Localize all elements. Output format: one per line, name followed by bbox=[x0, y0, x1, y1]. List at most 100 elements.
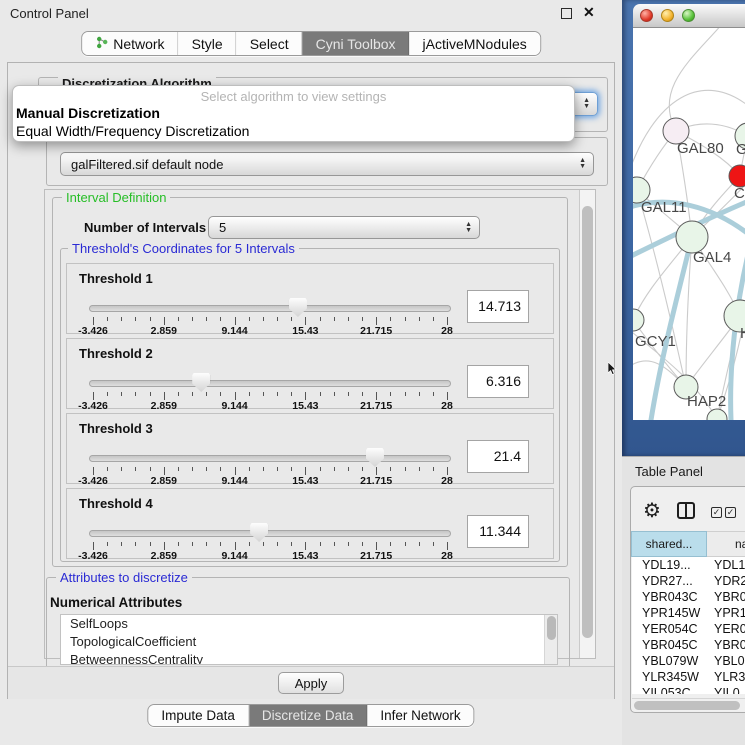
table-panel-title: Table Panel bbox=[635, 464, 703, 479]
network-node[interactable] bbox=[729, 165, 745, 187]
tick-mark bbox=[419, 542, 420, 546]
tab-network[interactable]: Network bbox=[82, 32, 178, 55]
slider-thumb[interactable] bbox=[250, 523, 268, 542]
column-header-shared-name[interactable]: shared... bbox=[631, 531, 707, 557]
tick-mark bbox=[135, 542, 136, 546]
slider-track[interactable] bbox=[89, 530, 451, 537]
checkbox-icon[interactable]: ✓ bbox=[725, 507, 736, 518]
tick-label: -3.426 bbox=[78, 475, 108, 487]
close-traffic-light[interactable] bbox=[640, 9, 653, 22]
table-row[interactable]: YPR145WYPR1 bbox=[632, 605, 745, 621]
checkbox-icon[interactable]: ✓ bbox=[711, 507, 722, 518]
threshold-value-field[interactable]: 21.4 bbox=[467, 440, 529, 473]
slider-thumb[interactable] bbox=[192, 373, 210, 392]
tick-label: -3.426 bbox=[78, 550, 108, 562]
table-row[interactable]: YBR043CYBR0 bbox=[632, 589, 745, 605]
table-row[interactable]: YLR345WYLR3 bbox=[632, 669, 745, 685]
tick-mark bbox=[419, 467, 420, 471]
close-icon[interactable]: ✕ bbox=[583, 4, 595, 21]
numerical-attributes-list[interactable]: SelfLoopsTopologicalCoefficientBetweenne… bbox=[60, 614, 558, 665]
scrollbar-thumb[interactable] bbox=[634, 701, 740, 710]
algorithm-option-manual[interactable]: Manual Discretization bbox=[13, 104, 574, 122]
table-row[interactable]: YDL19...YDL1 bbox=[632, 557, 745, 573]
attribute-list-item[interactable]: SelfLoops bbox=[61, 615, 557, 633]
threshold-value-field[interactable]: 6.316 bbox=[467, 365, 529, 398]
screen: Control Panel ✕ Network Style Select bbox=[0, 0, 745, 745]
tick-mark bbox=[249, 392, 250, 396]
tick-mark bbox=[376, 317, 377, 325]
tick-mark bbox=[305, 467, 306, 475]
cell-name: YPR1 bbox=[707, 605, 745, 621]
tick-mark bbox=[419, 317, 420, 321]
node-label: GAL4 bbox=[693, 249, 731, 266]
tick-mark bbox=[405, 392, 406, 396]
table-header-row: shared... na bbox=[631, 531, 745, 557]
tab-cyni-toolbox[interactable]: Cyni Toolbox bbox=[303, 32, 410, 55]
tab-select[interactable]: Select bbox=[237, 32, 303, 55]
tick-label: 2.859 bbox=[151, 550, 177, 562]
tab-infer-network[interactable]: Infer Network bbox=[367, 705, 473, 726]
tick-mark bbox=[107, 542, 108, 546]
tick-mark bbox=[249, 317, 250, 321]
column-header-name[interactable]: na bbox=[707, 531, 745, 557]
table-row[interactable]: YDR27...YDR2 bbox=[632, 573, 745, 589]
tick-mark bbox=[93, 542, 94, 550]
tick-mark bbox=[277, 317, 278, 321]
table-row[interactable]: YER054CYER0 bbox=[632, 621, 745, 637]
float-window-icon[interactable] bbox=[561, 8, 572, 19]
tab-style[interactable]: Style bbox=[179, 32, 237, 55]
tick-mark bbox=[93, 467, 94, 475]
apply-button[interactable]: Apply bbox=[278, 672, 344, 694]
attribute-list-item[interactable]: BetweennessCentrality bbox=[61, 651, 557, 665]
table-row[interactable]: YBL079WYBL0 bbox=[632, 653, 745, 669]
settings-scrollbar[interactable] bbox=[579, 190, 595, 658]
tick-mark bbox=[390, 392, 391, 396]
threshold-value-field[interactable]: 14.713 bbox=[467, 290, 529, 323]
stepper-arrows-icon: ▲▼ bbox=[465, 222, 472, 234]
table-row[interactable]: YBR045CYBR0 bbox=[632, 637, 745, 653]
slider-thumb[interactable] bbox=[289, 298, 307, 317]
tick-mark bbox=[277, 542, 278, 546]
slider-track[interactable] bbox=[89, 380, 451, 387]
num-intervals-combobox[interactable]: 5 ▲▼ bbox=[208, 216, 480, 239]
network-window-titlebar[interactable] bbox=[633, 4, 745, 28]
tick-mark bbox=[206, 317, 207, 321]
split-columns-icon[interactable] bbox=[677, 502, 695, 519]
attribute-list-item[interactable]: TopologicalCoefficient bbox=[61, 633, 557, 651]
table-data-combobox[interactable]: galFiltered.sif default node ▲▼ bbox=[60, 152, 594, 176]
node-label: GAL11 bbox=[641, 199, 687, 216]
algorithm-option-equal-width[interactable]: Equal Width/Frequency Discretization bbox=[13, 122, 574, 140]
slider-track[interactable] bbox=[89, 305, 451, 312]
scrollbar-thumb[interactable] bbox=[582, 206, 593, 638]
tick-mark bbox=[235, 317, 236, 325]
table-horizontal-scrollbar[interactable] bbox=[632, 698, 745, 711]
minimize-traffic-light[interactable] bbox=[661, 9, 674, 22]
gear-icon[interactable]: ⚙ bbox=[643, 498, 661, 523]
cell-name: YIL0 bbox=[707, 685, 745, 694]
tick-mark bbox=[405, 317, 406, 321]
tick-mark bbox=[220, 392, 221, 396]
tick-mark bbox=[362, 542, 363, 546]
slider-thumb[interactable] bbox=[366, 448, 384, 467]
apply-bar: Apply bbox=[8, 666, 614, 699]
slider-track[interactable] bbox=[89, 455, 451, 462]
network-node[interactable] bbox=[707, 409, 727, 420]
network-window: GAL80GACGAL11GAL4GCY1HHAP2 bbox=[622, 0, 745, 456]
tick-mark bbox=[164, 542, 165, 550]
tick-mark bbox=[192, 542, 193, 546]
tick-mark bbox=[447, 392, 448, 400]
cell-name: YER0 bbox=[707, 621, 745, 637]
table-row[interactable]: YIL053CYIL0 bbox=[632, 685, 745, 694]
tab-impute-data[interactable]: Impute Data bbox=[148, 705, 249, 726]
tick-mark bbox=[362, 392, 363, 396]
scrollbar-thumb[interactable] bbox=[547, 616, 556, 640]
zoom-traffic-light[interactable] bbox=[682, 9, 695, 22]
attributes-list-scrollbar[interactable] bbox=[544, 615, 557, 664]
tick-mark bbox=[447, 317, 448, 325]
network-node[interactable] bbox=[633, 309, 644, 331]
tick-mark bbox=[93, 392, 94, 400]
tab-jactivemnodules[interactable]: jActiveMNodules bbox=[410, 32, 540, 55]
tab-discretize-data[interactable]: Discretize Data bbox=[249, 705, 368, 726]
threshold-value-field[interactable]: 11.344 bbox=[467, 515, 529, 548]
network-canvas[interactable]: GAL80GACGAL11GAL4GCY1HHAP2 bbox=[633, 28, 745, 420]
